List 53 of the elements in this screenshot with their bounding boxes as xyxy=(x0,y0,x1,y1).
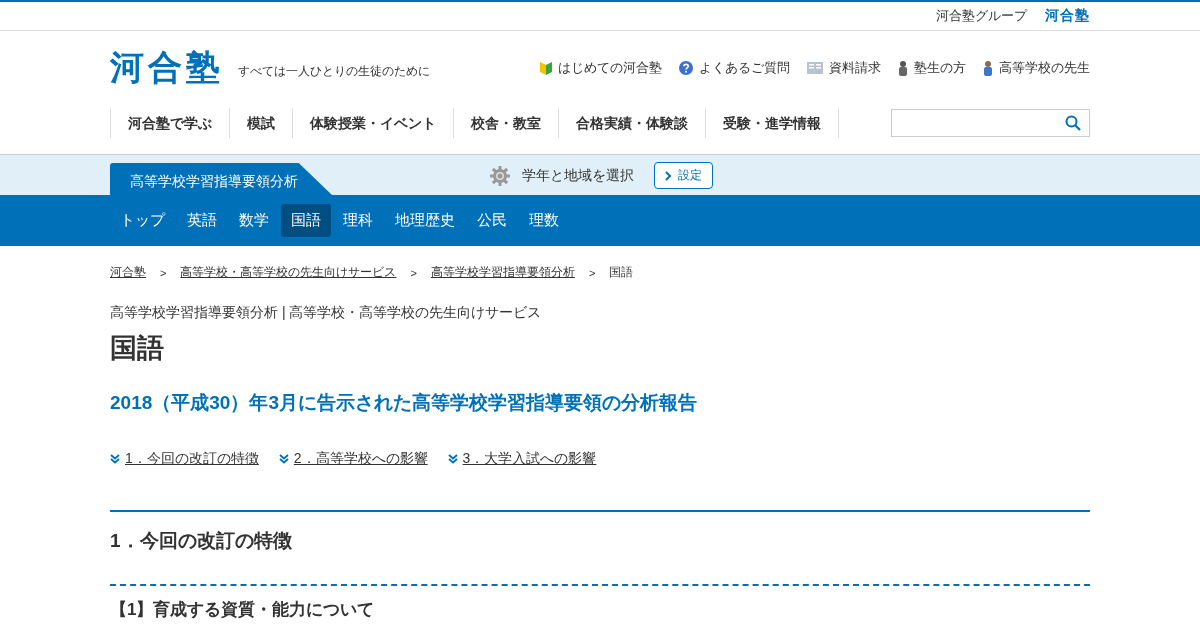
nav-item[interactable]: 河合塾で学ぶ xyxy=(111,108,230,138)
group-link[interactable]: 河合塾グループ xyxy=(936,7,1027,25)
gear-icon xyxy=(490,165,510,186)
double-chevron-icon xyxy=(447,454,458,464)
site-logo[interactable]: 河合塾 xyxy=(110,45,224,91)
chevron-icon xyxy=(665,170,672,181)
subsection-heading: 【1】育成する資質・能力について xyxy=(110,600,376,621)
nav-item[interactable]: 合格実績・体験談 xyxy=(559,108,706,138)
subject-tab[interactable]: 数学 xyxy=(229,204,279,237)
header-link[interactable]: 高等学校の先生 xyxy=(983,59,1090,77)
person-icon xyxy=(983,60,993,76)
double-chevron-icon xyxy=(110,454,120,464)
double-chevron-icon xyxy=(278,454,289,464)
breadcrumb-current: 国語 xyxy=(609,264,634,281)
subject-tab[interactable]: トップ xyxy=(110,204,175,237)
header-link[interactable]: よくあるご質問 xyxy=(679,59,790,77)
header-link[interactable]: 塾生の方 xyxy=(898,59,966,77)
person-icon xyxy=(898,60,908,76)
anchor-link[interactable]: 2．高等学校への影響 xyxy=(293,450,428,468)
page-title: 国語 xyxy=(110,332,165,365)
subject-tab[interactable]: 公民 xyxy=(467,204,517,237)
section-tab[interactable]: 高等学校学習指導要領分析 xyxy=(110,163,332,195)
leaf-icon xyxy=(540,61,552,75)
anchor-link[interactable]: 3．大学入試への影響 xyxy=(462,450,597,468)
header-link[interactable]: はじめての河合塾 xyxy=(540,59,662,77)
subject-tab[interactable]: 理科 xyxy=(333,204,383,237)
subject-tab[interactable]: 地理歴史 xyxy=(385,204,465,237)
breadcrumb-link[interactable]: 河合塾 xyxy=(110,264,146,281)
subject-tab[interactable]: 国語 xyxy=(281,204,331,237)
nav-item[interactable]: 校舎・教室 xyxy=(454,108,559,138)
document-icon xyxy=(807,62,823,74)
search-icon xyxy=(1065,115,1081,131)
nav-item[interactable]: 受験・進学情報 xyxy=(706,108,839,138)
subject-tab[interactable]: 理数 xyxy=(519,204,569,237)
subject-tab[interactable]: 英語 xyxy=(177,204,227,237)
nav-item[interactable]: 模試 xyxy=(230,108,293,138)
page-subtitle: 2018（平成30）年3月に告示された高等学校学習指導要領の分析報告 xyxy=(110,391,698,415)
breadcrumb-separator: > xyxy=(160,266,167,279)
region-label: 学年と地域を選択 xyxy=(522,166,634,185)
tagline: すべては一人ひとりの生徒のために xyxy=(238,62,430,80)
settings-button[interactable]: 設定 xyxy=(654,162,713,189)
breadcrumb-link[interactable]: 高等学校学習指導要領分析 xyxy=(430,264,575,281)
header-link[interactable]: 資料請求 xyxy=(807,59,881,77)
section-heading: 1．今回の改訂の特徴 xyxy=(110,510,1090,586)
group-logo[interactable]: 河合塾 xyxy=(1045,7,1090,25)
breadcrumb-separator: > xyxy=(410,266,417,279)
nav-item[interactable]: 体験授業・イベント xyxy=(293,108,454,138)
anchor-link[interactable]: 1．今回の改訂の特徴 xyxy=(125,450,259,468)
breadcrumb-separator: > xyxy=(588,266,596,279)
breadcrumb-link[interactable]: 高等学校・高等学校の先生向けサービス xyxy=(180,264,397,281)
page-category: 高等学校学習指導要領分析 | 高等学校・高等学校の先生向けサービス xyxy=(110,304,543,322)
question-icon xyxy=(679,61,693,75)
search-field[interactable] xyxy=(891,109,1090,137)
